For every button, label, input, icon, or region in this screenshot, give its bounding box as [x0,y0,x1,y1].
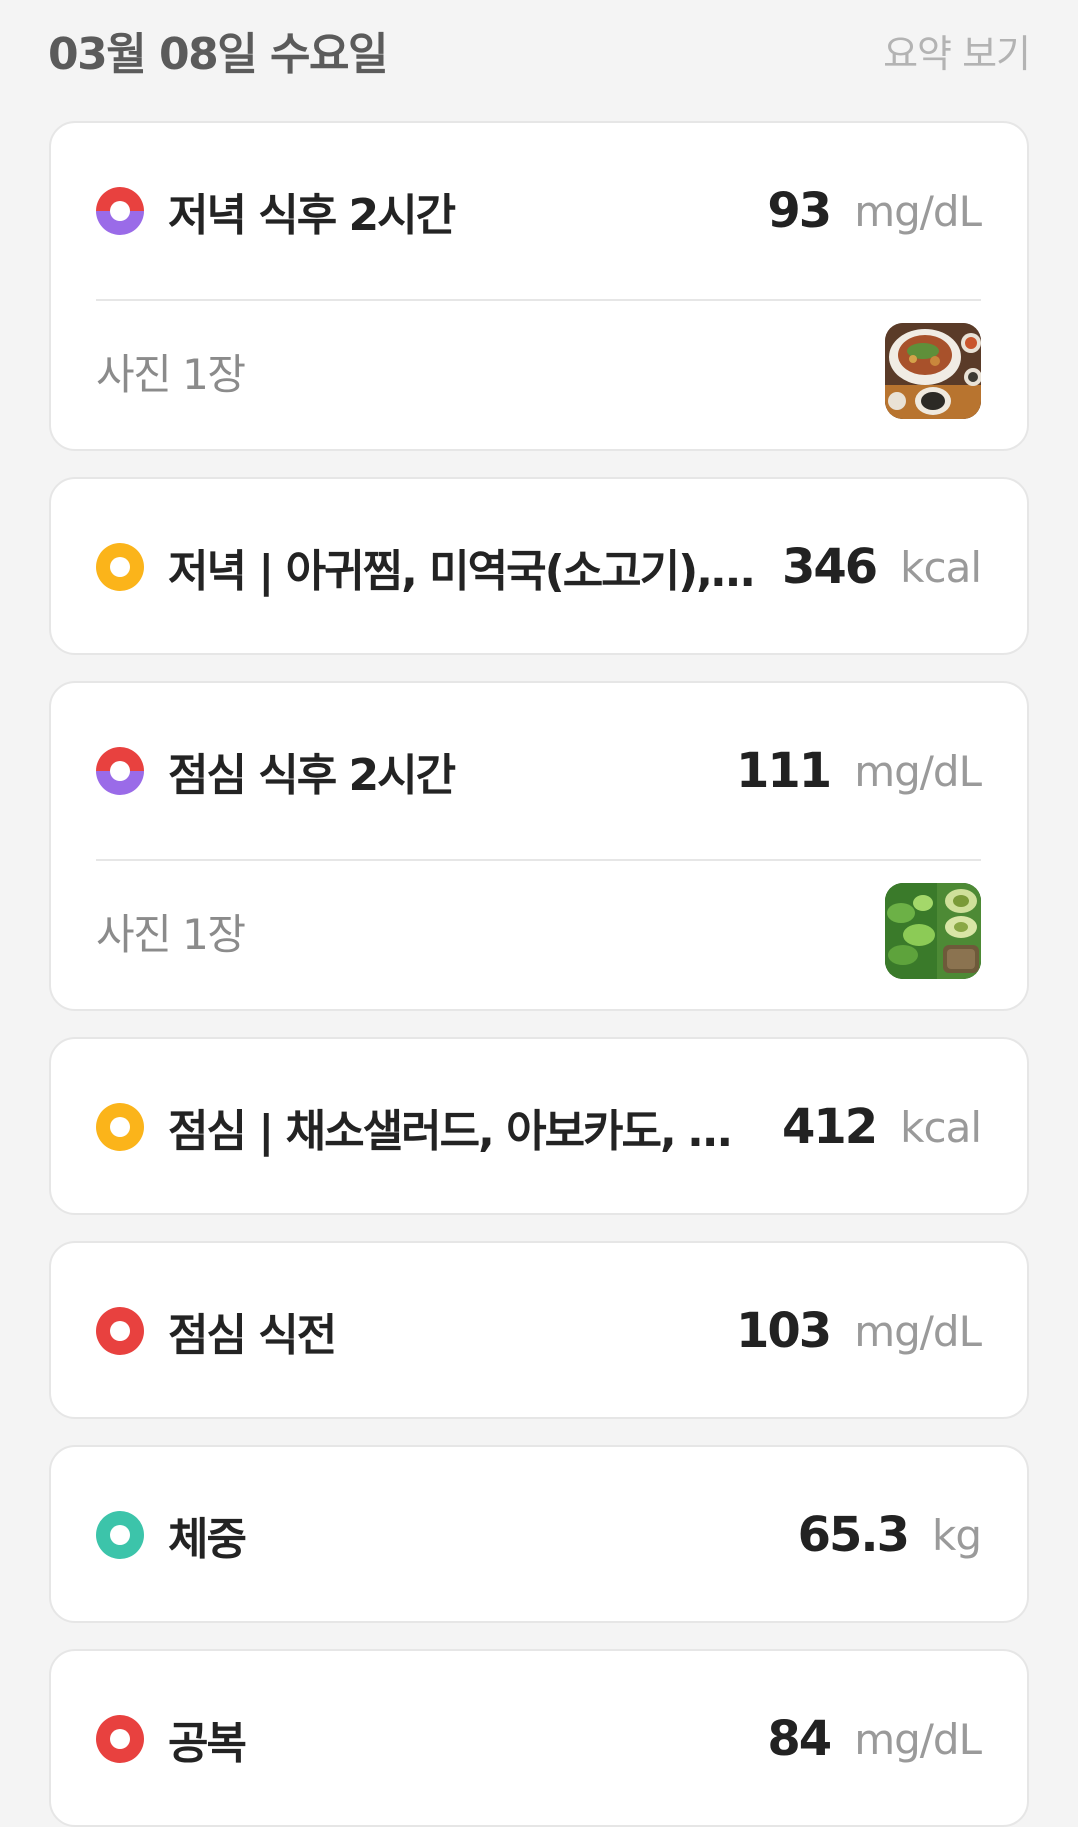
weight-icon [96,1511,144,1559]
entry-label: 점심 식전 [168,1310,337,1361]
entry-value: 93 [767,183,832,239]
page-title: 03월 08일 수요일 [48,29,389,80]
meal-icon [96,1103,144,1151]
entry-unit: mg/dL [854,1306,982,1356]
glucose-post-meal-icon [96,747,144,795]
entry-value: 111 [736,743,832,799]
summary-link[interactable]: 요약 보기 [883,23,1031,78]
log-row: 점심 식후 2시간 111 mg/dL [51,683,1027,859]
photo-row: 사진 1장 [51,301,1027,441]
log-row: 저녁 | 아귀찜, 미역국(소고기), 현미밥 346 kcal [51,479,1027,653]
glucose-icon [96,1307,144,1355]
log-card-lunch-post-meal[interactable]: 점심 식후 2시간 111 mg/dL 사진 1장 [49,681,1029,1011]
entry-unit: mg/dL [854,746,982,796]
entry-label: 점심 식후 2시간 [168,750,456,801]
dinner-meal-photo[interactable] [885,323,981,419]
lunch-meal-photo[interactable] [885,883,981,979]
log-row: 체중 65.3 kg [51,1447,1027,1621]
glucose-icon [96,1715,144,1763]
date-header: 03월 08일 수요일 요약 보기 [48,14,1031,86]
log-row: 저녁 식후 2시간 93 mg/dL [51,123,1027,299]
entry-unit: mg/dL [854,1714,982,1764]
entry-label: 점심 | 채소샐러드, 아보카도, 식빵 [168,1106,764,1157]
entry-label: 저녁 식후 2시간 [168,190,456,241]
meal-icon [96,543,144,591]
entry-value: 65.3 [797,1507,910,1563]
entry-unit: kcal [900,1102,982,1152]
photo-count: 사진 1장 [96,349,246,399]
entry-value: 412 [781,1099,878,1155]
entry-value: 346 [781,539,878,595]
entry-label: 체중 [168,1514,247,1565]
entry-value: 84 [767,1711,832,1767]
log-row: 점심 | 채소샐러드, 아보카도, 식빵 412 kcal [51,1039,1027,1213]
entry-value: 103 [736,1303,832,1359]
log-card-lunch-meal[interactable]: 점심 | 채소샐러드, 아보카도, 식빵 412 kcal [49,1037,1029,1215]
entry-unit: mg/dL [854,186,982,236]
log-card-fasting[interactable]: 공복 84 mg/dL [49,1649,1029,1827]
log-card-dinner-post-meal[interactable]: 저녁 식후 2시간 93 mg/dL 사진 1장 [49,121,1029,451]
photo-row: 사진 1장 [51,861,1027,1001]
entry-label: 저녁 | 아귀찜, 미역국(소고기), 현미밥 [168,546,764,597]
log-row: 공복 84 mg/dL [51,1651,1027,1825]
log-row: 점심 식전 103 mg/dL [51,1243,1027,1417]
entry-unit: kg [932,1510,982,1560]
entry-label: 공복 [168,1718,247,1769]
glucose-post-meal-icon [96,187,144,235]
log-card-dinner-meal[interactable]: 저녁 | 아귀찜, 미역국(소고기), 현미밥 346 kcal [49,477,1029,655]
photo-count: 사진 1장 [96,909,246,959]
log-card-weight[interactable]: 체중 65.3 kg [49,1445,1029,1623]
entry-unit: kcal [900,542,982,592]
log-card-lunch-pre-meal[interactable]: 점심 식전 103 mg/dL [49,1241,1029,1419]
